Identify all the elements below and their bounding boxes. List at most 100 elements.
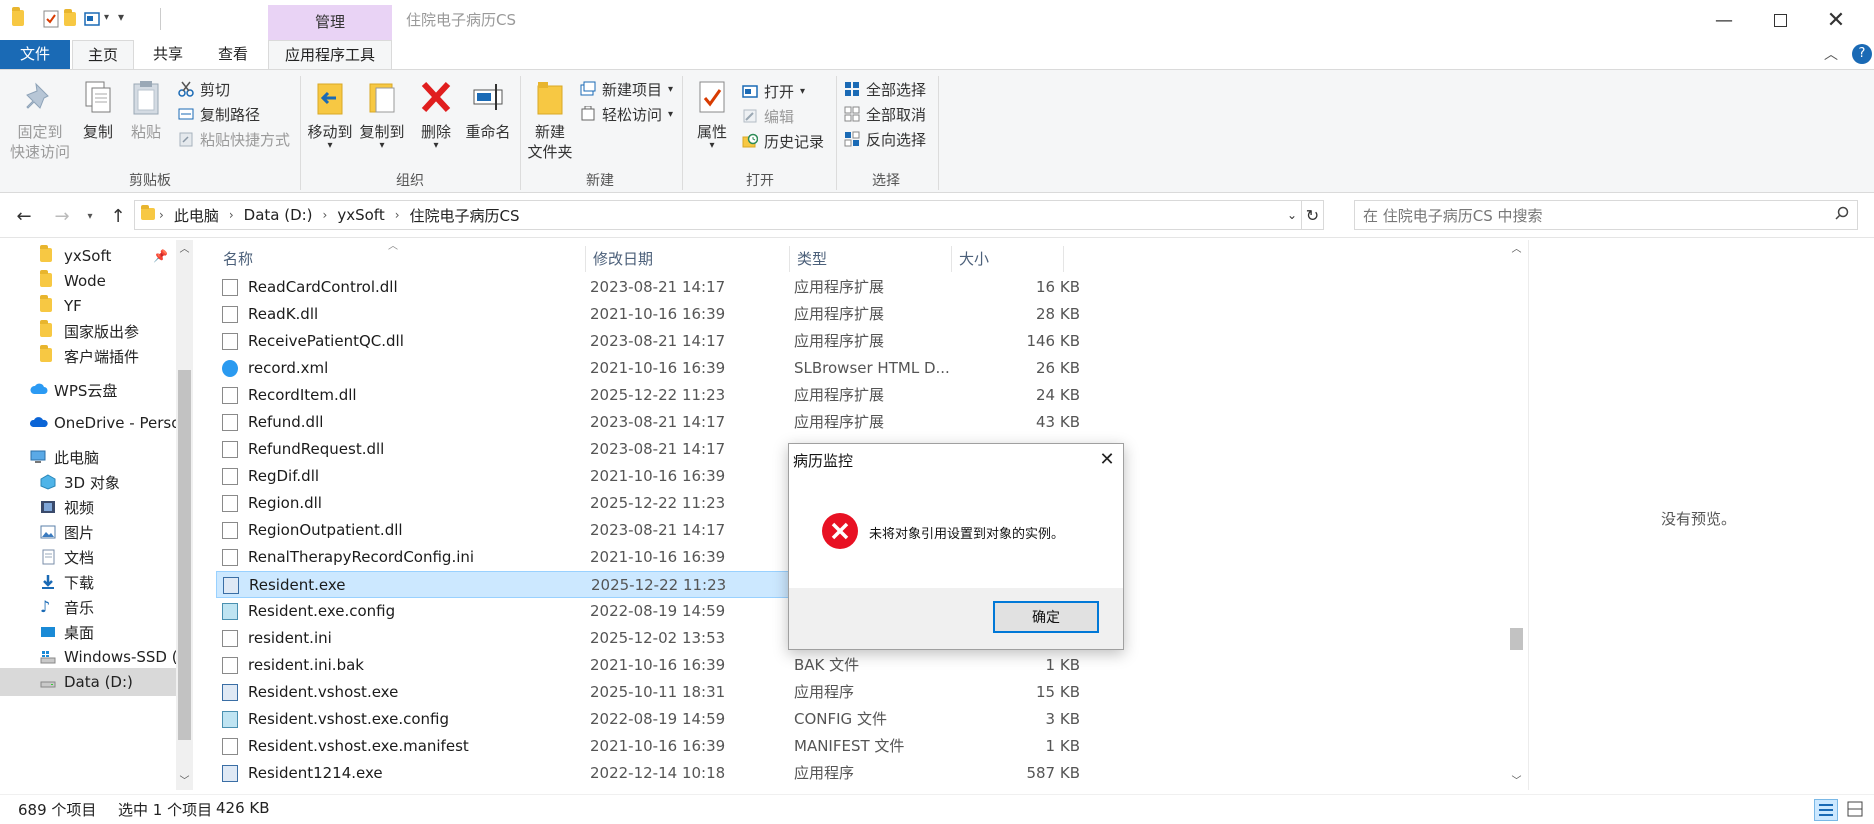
- new-item-button[interactable]: 新建项目 ▾: [580, 78, 673, 100]
- properties-check-icon[interactable]: [42, 10, 60, 28]
- tab-share[interactable]: 共享: [140, 40, 196, 69]
- dialog-close-button[interactable]: ✕: [1093, 446, 1121, 474]
- nav-item-3d-objects[interactable]: 3D 对象: [0, 468, 176, 496]
- nav-item-windows-ssd[interactable]: Windows-SSD (: [0, 643, 178, 671]
- file-list-scrollbar[interactable]: ︿ ﹀: [1508, 240, 1525, 790]
- chevron-right-icon[interactable]: ›: [391, 208, 404, 222]
- edit-button[interactable]: 编辑: [742, 105, 794, 127]
- new-folder-button[interactable]: 新建 文件夹: [524, 78, 576, 162]
- table-row[interactable]: Resident1214.exe 2022-12-14 10:18 应用程序 587 …: [216, 760, 1088, 787]
- nav-item-yf[interactable]: YF: [0, 292, 176, 320]
- column-header-type[interactable]: 类型: [790, 246, 952, 272]
- search-icon[interactable]: [1835, 206, 1849, 224]
- copy-button[interactable]: 复制: [76, 78, 120, 142]
- nav-scrollbar-thumb[interactable]: [178, 370, 191, 740]
- table-row[interactable]: ReadK.dll 2021-10-16 16:39 应用程序扩展 28 KB: [216, 301, 1088, 328]
- film-icon: [40, 499, 56, 515]
- scroll-up-arrow-icon[interactable]: ︿: [176, 240, 193, 257]
- scroll-down-arrow-icon[interactable]: ﹀: [1508, 772, 1525, 789]
- file-name: Resident.exe.config: [248, 602, 396, 620]
- address-history-dropdown-icon[interactable]: ⌄: [1287, 208, 1297, 222]
- nav-item-onedrive[interactable]: OneDrive - Perso: [0, 409, 178, 437]
- history-button[interactable]: 历史记录: [742, 130, 824, 152]
- invert-selection-button[interactable]: 反向选择: [844, 128, 926, 150]
- ok-button[interactable]: 确定: [993, 601, 1099, 633]
- tab-app-tools[interactable]: 应用程序工具: [268, 40, 392, 70]
- copy-to-button[interactable]: 复制到 ▾: [356, 78, 408, 151]
- paste-shortcut-button[interactable]: 粘贴快捷方式: [178, 128, 290, 150]
- tab-file[interactable]: 文件: [0, 40, 70, 69]
- delete-button[interactable]: 删除 ▾: [414, 78, 458, 151]
- close-window-button[interactable]: ✕: [1808, 0, 1864, 40]
- scroll-down-arrow-icon[interactable]: ﹀: [176, 772, 193, 789]
- copy-path-button[interactable]: 复制路径: [178, 103, 260, 125]
- breadcrumb-data-drive[interactable]: Data (D:): [238, 206, 319, 224]
- chevron-right-icon[interactable]: ›: [225, 208, 238, 222]
- browser-file-icon: [222, 360, 238, 377]
- easy-access-label: 轻松访问: [602, 105, 663, 124]
- customize-quick-access-icon[interactable]: ▾: [118, 10, 136, 28]
- nav-item-wode[interactable]: Wode: [0, 267, 176, 295]
- chevron-right-icon[interactable]: ›: [319, 208, 332, 222]
- new-folder-icon[interactable]: [64, 9, 82, 30]
- table-row[interactable]: Refund.dll 2023-08-21 14:17 应用程序扩展 43 KB: [216, 409, 1088, 436]
- back-button[interactable]: ←: [12, 204, 36, 228]
- select-none-button[interactable]: 全部取消: [844, 103, 926, 125]
- scroll-up-arrow-icon[interactable]: ︿: [1508, 240, 1525, 257]
- maximize-button[interactable]: [1752, 0, 1808, 40]
- table-row[interactable]: Resident.vshost.exe.config 2022-08-19 14:…: [216, 706, 1088, 733]
- nav-item-this-pc[interactable]: 此电脑: [0, 443, 176, 471]
- breadcrumb-current-folder[interactable]: 住院电子病历CS: [404, 205, 526, 226]
- details-view-icon[interactable]: [1814, 799, 1838, 821]
- nav-item-national-params[interactable]: 国家版出参: [0, 317, 176, 345]
- select-all-button[interactable]: 全部选择: [844, 78, 926, 100]
- column-header-name[interactable]: 名称 ︿: [216, 241, 586, 272]
- nav-item-documents[interactable]: 文档: [0, 543, 176, 571]
- properties-button[interactable]: 属性 ▾: [690, 78, 734, 151]
- address-bar[interactable]: › 此电脑 › Data (D:) › yxSoft › 住院电子病历CS ⌄ …: [134, 200, 1324, 230]
- forward-button[interactable]: →: [50, 204, 74, 228]
- help-icon[interactable]: ?: [1852, 44, 1872, 64]
- nav-item-client-plugins[interactable]: 客户端插件: [0, 342, 176, 370]
- tab-view[interactable]: 查看: [204, 40, 262, 69]
- nav-item-desktop[interactable]: 桌面: [0, 618, 176, 646]
- nav-item-music[interactable]: ♪ 音乐: [0, 593, 176, 621]
- table-row[interactable]: Resident.vshost.exe 2025-10-11 18:31 应用程序 1…: [216, 679, 1088, 706]
- column-header-date[interactable]: 修改日期: [586, 246, 790, 272]
- table-row[interactable]: resident.ini.bak 2021-10-16 16:39 BAK 文件 1 …: [216, 652, 1088, 679]
- minimize-button[interactable]: —: [1696, 0, 1752, 40]
- nav-item-data-drive[interactable]: Data (D:): [0, 668, 176, 696]
- nav-scrollbar[interactable]: ︿ ﹀: [176, 240, 193, 790]
- nav-item-wps-cloud[interactable]: WPS云盘: [0, 376, 176, 404]
- nav-item-pictures[interactable]: 图片: [0, 518, 176, 546]
- rename-button[interactable]: 重命名: [462, 78, 514, 142]
- column-header-size[interactable]: 大小: [952, 246, 1064, 272]
- file-list-scrollbar-thumb[interactable]: [1510, 628, 1523, 650]
- nav-item-yxsoft[interactable]: yxSoft 📌: [0, 242, 176, 270]
- breadcrumb-this-pc[interactable]: 此电脑: [168, 205, 225, 226]
- up-button[interactable]: ↑: [106, 204, 130, 228]
- view-options-icon[interactable]: [84, 10, 102, 28]
- table-row[interactable]: Resident.vshost.exe.manifest 2021-10-16 1…: [216, 733, 1088, 760]
- pin-quick-access-button[interactable]: 固定到 快速访问: [8, 78, 72, 162]
- open-button[interactable]: 打开 ▾: [742, 80, 805, 102]
- breadcrumb-yxsoft[interactable]: yxSoft: [331, 206, 390, 224]
- cut-button[interactable]: 剪切: [178, 78, 230, 100]
- tab-home[interactable]: 主页: [72, 40, 134, 70]
- paste-button[interactable]: 粘贴: [124, 78, 168, 142]
- recent-locations-button[interactable]: ▾: [78, 204, 102, 228]
- search-box[interactable]: 在 住院电子病历CS 中搜索: [1354, 200, 1858, 230]
- file-type: BAK 文件: [794, 656, 860, 674]
- move-to-button[interactable]: 移动到 ▾: [304, 78, 356, 151]
- refresh-icon[interactable]: ↻: [1301, 201, 1323, 229]
- table-row[interactable]: ReadCardControl.dll 2023-08-21 14:17 应用程序扩…: [216, 274, 1088, 301]
- table-row[interactable]: ReceivePatientQC.dll 2023-08-21 14:17 应用程序…: [216, 328, 1088, 355]
- large-icons-view-icon[interactable]: [1844, 799, 1866, 821]
- table-row[interactable]: record.xml 2021-10-16 16:39 SLBrowser HTML…: [216, 355, 1088, 382]
- collapse-ribbon-icon[interactable]: ︿: [1824, 44, 1838, 64]
- nav-item-videos[interactable]: 视频: [0, 493, 176, 521]
- table-row[interactable]: RecordItem.dll 2025-12-22 11:23 应用程序扩展 24 K…: [216, 382, 1088, 409]
- easy-access-button[interactable]: 轻松访问 ▾: [580, 103, 673, 125]
- search-placeholder[interactable]: 在 住院电子病历CS 中搜索: [1363, 205, 1543, 226]
- nav-item-downloads[interactable]: 下载: [0, 568, 176, 596]
